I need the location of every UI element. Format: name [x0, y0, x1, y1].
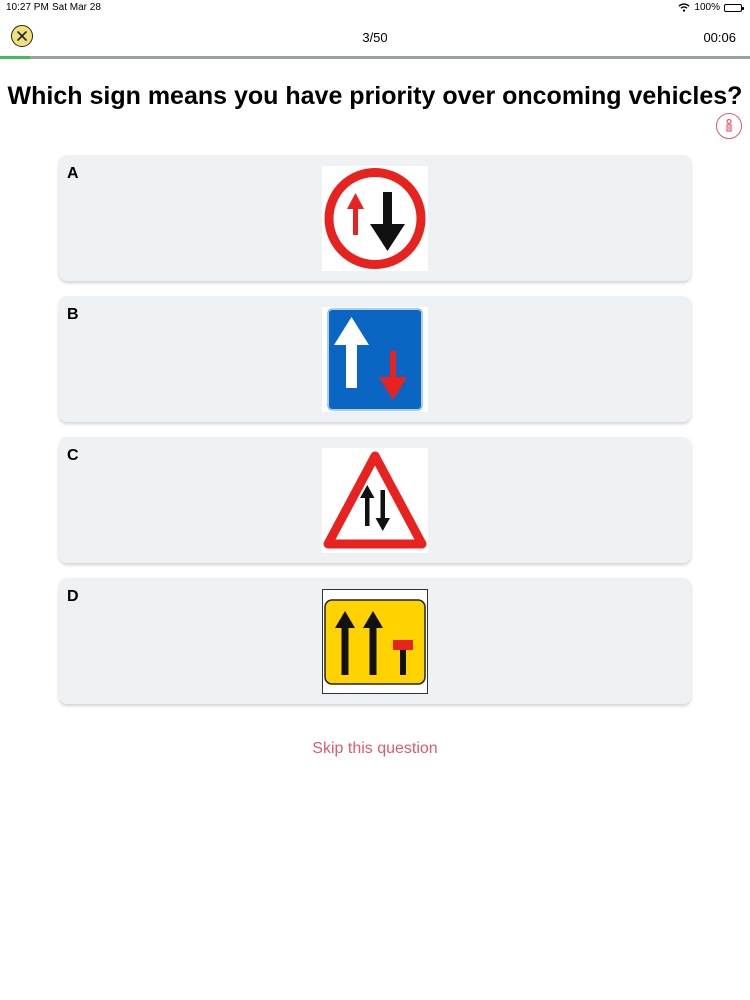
answer-letter: C	[67, 447, 79, 464]
progress-fill	[0, 56, 30, 59]
answer-letter: B	[67, 306, 79, 323]
answer-option-d[interactable]: D	[59, 578, 691, 704]
status-right: 100%	[678, 2, 744, 13]
hint-icon	[726, 118, 732, 132]
battery-label: 100%	[694, 2, 720, 13]
give-way-to-oncoming-sign	[322, 166, 428, 271]
answer-option-c[interactable]: C	[59, 437, 691, 563]
status-time: 10:27 PM	[6, 2, 49, 13]
timer: 00:06	[703, 30, 736, 45]
skip-question-link[interactable]: Skip this question	[0, 740, 750, 758]
quiz-header: 3/50 00:06	[0, 18, 750, 56]
status-date: Sat Mar 28	[52, 2, 101, 13]
battery-icon	[724, 3, 744, 12]
answer-option-b[interactable]: B	[59, 296, 691, 422]
status-bar: 10:27 PM Sat Mar 28 100%	[0, 0, 750, 16]
priority-over-oncoming-sign	[322, 307, 428, 412]
answer-option-a[interactable]: A	[59, 155, 691, 281]
answer-letter: A	[67, 165, 79, 182]
lane-closure-sign	[322, 589, 428, 694]
question-counter: 3/50	[362, 30, 388, 45]
answer-letter: D	[67, 588, 79, 605]
wifi-icon	[678, 3, 690, 12]
progress-bar	[0, 56, 750, 59]
question-text: Which sign means you have priority over …	[7, 82, 743, 110]
hint-button[interactable]	[716, 113, 742, 139]
two-way-traffic-warning-sign	[322, 448, 428, 553]
